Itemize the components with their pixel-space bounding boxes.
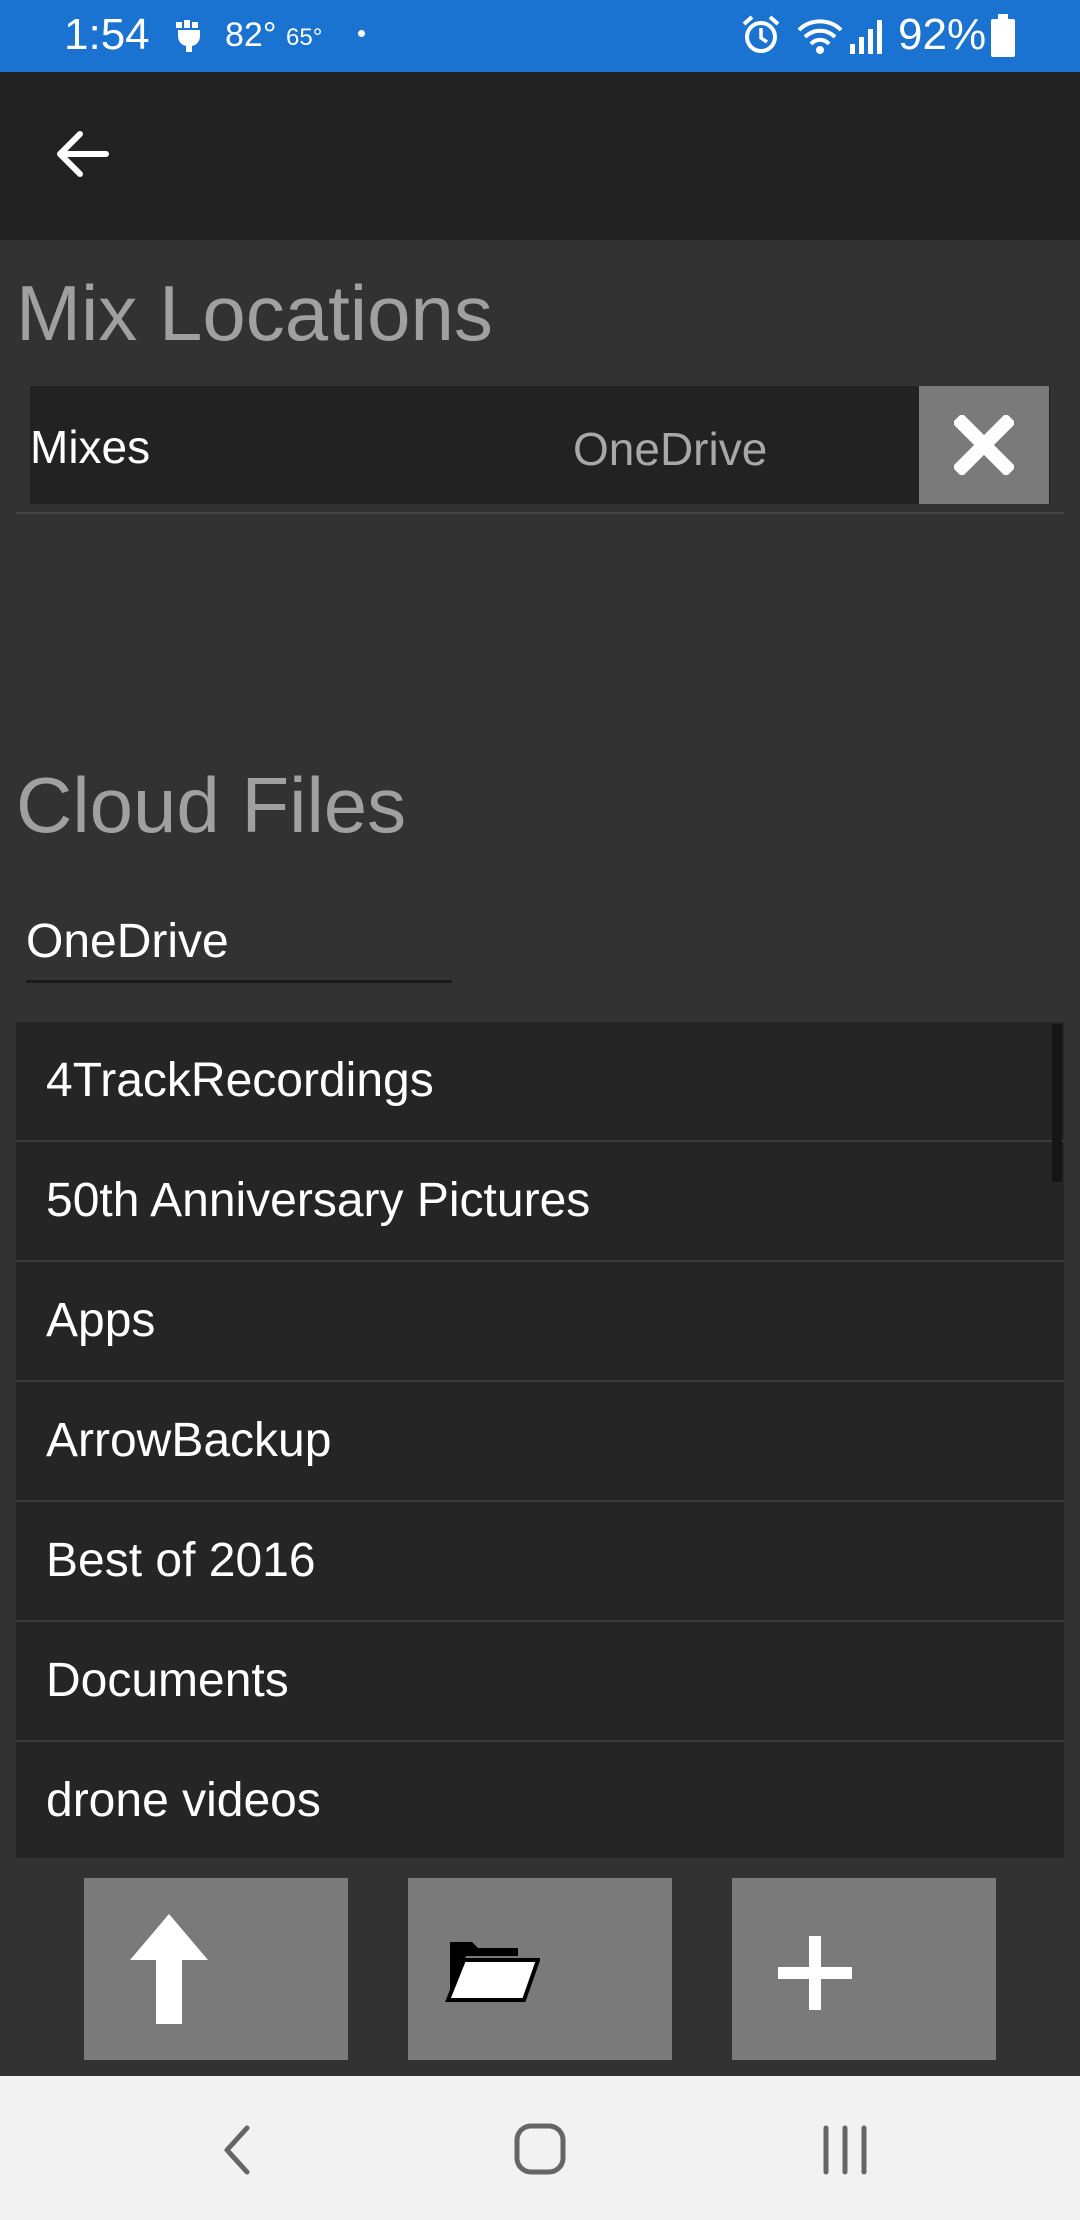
- wifi-icon: [797, 19, 843, 54]
- signal-icon: [850, 20, 882, 54]
- cloud-folder-list: 4TrackRecordings 50th Anniversary Pictur…: [16, 1022, 1064, 1858]
- weather-icon: [176, 20, 201, 52]
- mix-locations-title: Mix Locations: [16, 269, 493, 357]
- parent-folder-button[interactable]: [84, 1878, 348, 2060]
- folder-open-icon: [445, 1942, 540, 2002]
- mix-location-row[interactable]: Mixes OneDrive: [30, 386, 1050, 504]
- remove-location-button[interactable]: [919, 386, 1049, 504]
- folder-item[interactable]: Apps: [16, 1262, 1064, 1382]
- mix-location-provider: OneDrive: [573, 423, 768, 475]
- back-arrow-icon[interactable]: [50, 122, 114, 186]
- nav-back-icon[interactable]: [205, 2120, 275, 2180]
- status-time: 1:54: [64, 10, 150, 59]
- system-nav-bar: [0, 2076, 1080, 2220]
- add-folder-button[interactable]: [732, 1878, 996, 2060]
- folder-item[interactable]: 50th Anniversary Pictures: [16, 1142, 1064, 1262]
- arrow-up-icon: [130, 1914, 208, 2024]
- cloud-provider-selector[interactable]: OneDrive: [26, 904, 452, 983]
- folder-item[interactable]: ArrowBackup: [16, 1382, 1064, 1502]
- folder-item[interactable]: drone videos: [16, 1742, 1064, 1858]
- divider: [16, 512, 1064, 514]
- folder-item[interactable]: Best of 2016: [16, 1502, 1064, 1622]
- plus-icon: [778, 1936, 852, 2010]
- nav-recents-icon[interactable]: [810, 2120, 880, 2180]
- cloud-files-title: Cloud Files: [16, 761, 407, 849]
- battery-percent: 92%: [898, 10, 987, 59]
- alarm-icon: [742, 15, 780, 53]
- folder-item[interactable]: 4TrackRecordings: [16, 1022, 1064, 1142]
- open-folder-button[interactable]: [408, 1878, 672, 2060]
- list-scrollbar[interactable]: [1052, 1024, 1062, 1182]
- nav-home-icon[interactable]: [505, 2120, 575, 2180]
- bottom-toolbar: [0, 1878, 1080, 2060]
- battery-icon: [991, 14, 1015, 57]
- notification-dot: [358, 30, 365, 37]
- close-icon: [954, 415, 1014, 475]
- status-bar: 1:54 82° 65° 92%: [0, 0, 1080, 72]
- temp-high: 82°: [225, 16, 277, 54]
- mix-location-name: Mixes: [30, 421, 151, 473]
- temp-low: 65°: [286, 24, 323, 51]
- app-bar: [0, 72, 1080, 240]
- folder-item[interactable]: Documents: [16, 1622, 1064, 1742]
